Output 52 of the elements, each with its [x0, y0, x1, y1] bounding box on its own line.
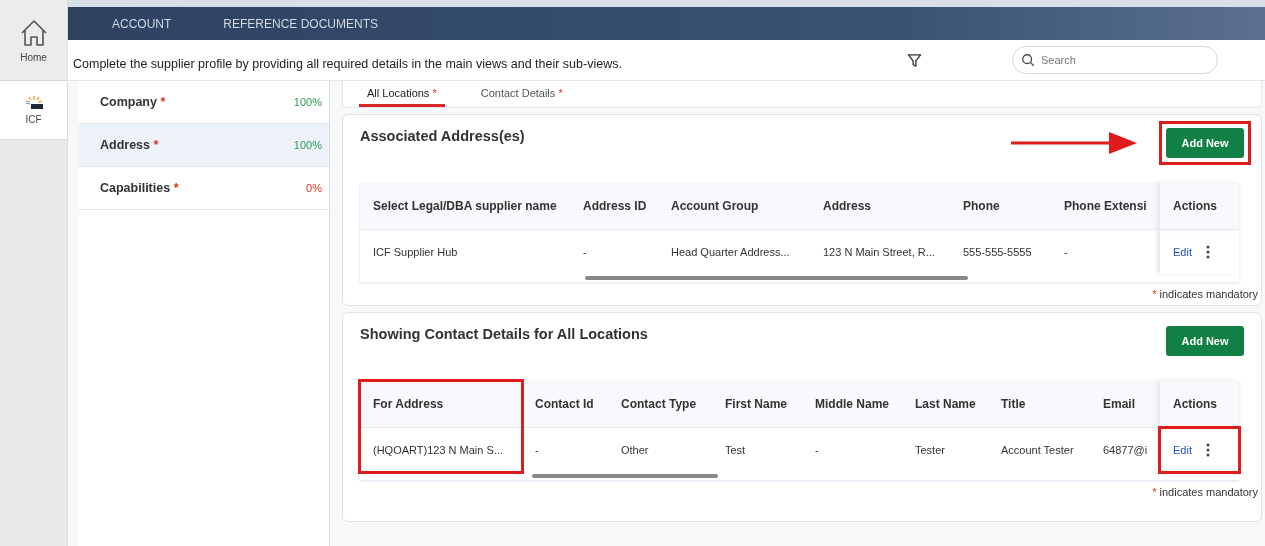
search-field[interactable]: Search: [1012, 46, 1218, 74]
instruction-text: Complete the supplier profile by providing all required details in the main views and their sub-views.: [73, 56, 623, 71]
table-cell-text: 123 N Main Street, R...: [822, 245, 936, 260]
rail-item[interactable]: ICF: [0, 81, 67, 140]
more-icon[interactable]: [1205, 443, 1210, 457]
edit-link[interactable]: Edit: [1173, 246, 1192, 258]
table-cell-text: Head Quarter Address...: [670, 245, 791, 260]
search-icon: [1021, 53, 1035, 67]
panel-title: Showing Contact Details for All Locations: [360, 326, 648, 342]
column-header: Actions: [1160, 183, 1239, 230]
more-icon[interactable]: [1205, 245, 1210, 259]
column-header[interactable]: Middle Name: [802, 381, 902, 428]
column-header[interactable]: Phone Extensi: [1051, 183, 1160, 230]
tab[interactable]: Contact Details *: [472, 81, 571, 107]
table-cell-text: ICF Supplier Hub: [372, 245, 459, 260]
column-header[interactable]: Title: [988, 381, 1090, 428]
column-header[interactable]: Last Name: [902, 381, 988, 428]
add-new-button[interactable]: Add New: [1166, 128, 1244, 158]
column-header[interactable]: Contact Id: [522, 381, 608, 428]
mandatory-note: * indicates mandatory: [1152, 486, 1258, 498]
table-cell-text: -: [582, 245, 588, 260]
logo-icon: [24, 95, 43, 110]
column-header: Actions: [1160, 381, 1239, 428]
table-cell-text: Tester: [914, 443, 946, 458]
table-cell-text: Account Tester: [1000, 443, 1075, 458]
add-new-button[interactable]: Add New: [1166, 326, 1244, 356]
column-header[interactable]: Email: [1090, 381, 1160, 428]
column-header[interactable]: Address: [810, 183, 950, 230]
table-cell-text: (HQOART)123 N Main S...: [372, 443, 504, 458]
column-header[interactable]: For Address: [360, 381, 522, 428]
edit-link[interactable]: Edit: [1173, 444, 1192, 456]
table-cell-text: -: [534, 443, 540, 458]
tab[interactable]: All Locations *: [359, 81, 445, 107]
column-header[interactable]: Contact Type: [608, 381, 712, 428]
table-cell-text: -: [814, 443, 820, 458]
nav-link[interactable]: REFERENCE DOCUMENTS: [223, 16, 379, 31]
column-header[interactable]: Account Group: [658, 183, 810, 230]
column-header[interactable]: Address ID: [570, 183, 658, 230]
panel-title: Associated Address(es): [360, 128, 525, 144]
nav-link[interactable]: ACCOUNT: [112, 16, 172, 31]
section-item[interactable]: Capabilities * 0%: [79, 167, 329, 210]
table-cell-text: Test: [724, 443, 747, 458]
column-header[interactable]: First Name: [712, 381, 802, 428]
table-cell-text: Other: [620, 443, 650, 458]
section-item[interactable]: Address * 100%: [79, 124, 329, 167]
filter-icon[interactable]: [907, 52, 922, 68]
table-cell-text: 64877@i: [1102, 443, 1149, 458]
column-header[interactable]: Select Legal/DBA supplier name: [360, 183, 570, 230]
table-cell-text: -: [1063, 245, 1069, 260]
column-header[interactable]: Phone: [950, 183, 1051, 230]
mandatory-note: * indicates mandatory: [1152, 288, 1258, 300]
table-cell-text: 555-555-5555: [962, 245, 1033, 260]
